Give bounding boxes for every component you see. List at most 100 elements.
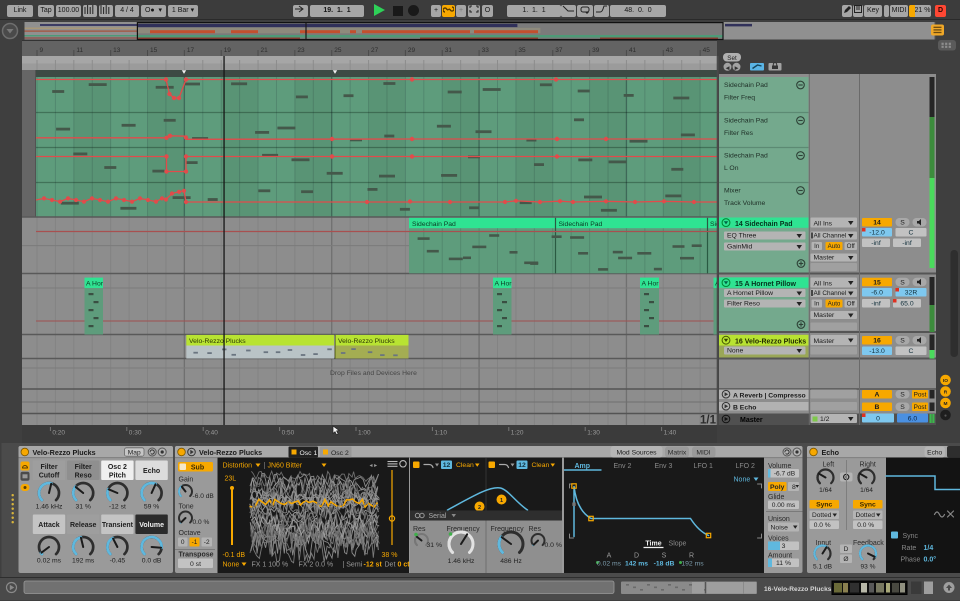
svg-text:Off: Off <box>847 301 855 308</box>
svg-text:15 A Hornet Pillow: 15 A Hornet Pillow <box>735 281 796 288</box>
svg-text:1:10: 1:10 <box>434 430 447 437</box>
svg-text:◂ ▸: ◂ ▸ <box>370 463 378 469</box>
svg-text:8: 8 <box>792 484 796 491</box>
svg-text:31 %: 31 % <box>427 542 443 549</box>
svg-text:31 %: 31 % <box>75 504 91 511</box>
svg-text:A: A <box>875 392 880 399</box>
svg-text:65.0: 65.0 <box>900 301 913 308</box>
svg-text:32R: 32R <box>905 290 918 297</box>
svg-text:Off: Off <box>847 243 855 250</box>
svg-text:MIDI: MIDI <box>696 450 710 457</box>
svg-text:11 %: 11 % <box>776 560 791 567</box>
svg-text:In: In <box>814 301 820 308</box>
svg-text:Octave: Octave <box>179 530 201 537</box>
svg-text:Volume: Volume <box>139 522 164 529</box>
svg-text:19: 19 <box>224 47 232 54</box>
svg-text:Auto: Auto <box>828 243 841 250</box>
svg-text:-12 st: -12 st <box>109 504 126 511</box>
svg-text:1/1: 1/1 <box>700 415 717 427</box>
svg-text:Release: Release <box>70 522 97 529</box>
svg-text:Pitch: Pitch <box>109 473 126 480</box>
svg-text:Slope: Slope <box>669 541 687 548</box>
svg-text:A Reverb | Compresso: A Reverb | Compresso <box>733 392 806 399</box>
svg-text:21: 21 <box>261 47 269 54</box>
svg-text:Amp: Amp <box>575 463 591 470</box>
svg-text:GainMid: GainMid <box>727 243 753 250</box>
svg-text:39: 39 <box>592 47 600 54</box>
svg-text:None: None <box>727 347 743 354</box>
svg-text:Poly: Poly <box>770 484 785 491</box>
svg-text:C: C <box>909 348 914 355</box>
svg-text:Velo-Rezzo Plucks: Velo-Rezzo Plucks <box>189 338 246 345</box>
svg-text:15: 15 <box>873 279 881 286</box>
svg-text:Attack: Attack <box>38 522 60 529</box>
svg-text:Transient: Transient <box>102 522 134 529</box>
svg-text:A Hor: A Hor <box>642 281 660 288</box>
svg-text:486 Hz: 486 Hz <box>500 558 522 565</box>
svg-text:Sidechain Pad: Sidechain Pad <box>724 118 768 125</box>
svg-text:Clean: Clean <box>532 462 550 469</box>
svg-text:0.0 %: 0.0 % <box>857 522 874 529</box>
svg-text:Sub: Sub <box>191 464 204 471</box>
svg-text:Sync: Sync <box>860 502 876 509</box>
svg-text:0:20: 0:20 <box>52 430 65 437</box>
svg-text:Master: Master <box>814 254 836 261</box>
svg-text:FX 1 100 %: FX 1 100 % <box>252 562 289 569</box>
svg-text:Dotted: Dotted <box>856 512 876 519</box>
svg-text:1:40: 1:40 <box>664 430 677 437</box>
svg-text:Phase: Phase <box>901 557 921 564</box>
svg-text:Filter: Filter <box>40 464 57 471</box>
svg-text:14 Sidechain Pad: 14 Sidechain Pad <box>735 221 793 228</box>
svg-text:B: B <box>875 404 880 411</box>
svg-text:-6.0 dB: -6.0 dB <box>193 493 215 500</box>
svg-text:Echo: Echo <box>822 448 840 457</box>
svg-text:Set: Set <box>727 55 737 62</box>
svg-text:Dotted: Dotted <box>812 512 832 519</box>
svg-text:Osc 2: Osc 2 <box>108 464 127 471</box>
svg-text:Auto: Auto <box>828 301 841 308</box>
svg-text:Res: Res <box>413 526 426 533</box>
svg-text:-18 dB: -18 dB <box>654 561 675 568</box>
svg-text:A Hornet Pillow: A Hornet Pillow <box>727 290 773 297</box>
svg-text:Sidechain Pad: Sidechain Pad <box>559 221 603 228</box>
svg-text:1: 1 <box>500 498 503 504</box>
svg-text:Gain: Gain <box>179 477 194 484</box>
svg-text:25: 25 <box>334 47 342 54</box>
svg-text:A: A <box>607 553 612 560</box>
svg-text:Clean: Clean <box>456 462 474 469</box>
svg-text:12: 12 <box>443 462 451 469</box>
svg-text:23: 23 <box>297 47 305 54</box>
svg-text:Transpose: Transpose <box>179 552 214 559</box>
svg-text:Time: Time <box>645 541 661 548</box>
svg-text:1.46 kHz: 1.46 kHz <box>36 504 63 511</box>
svg-text:Unison: Unison <box>768 516 790 523</box>
svg-text:0.02 ms: 0.02 ms <box>597 561 622 568</box>
svg-text:LFO 1: LFO 1 <box>694 463 714 470</box>
svg-text:29: 29 <box>408 47 416 54</box>
svg-text:142 ms: 142 ms <box>625 561 648 568</box>
svg-text:Osc 2: Osc 2 <box>331 450 349 457</box>
svg-text:All Channel: All Channel <box>814 232 847 239</box>
svg-text:0:30: 0:30 <box>129 430 142 437</box>
svg-text:◀: ◀ <box>726 65 730 71</box>
svg-text:Volume: Volume <box>768 463 791 470</box>
svg-text:Drop Files and Devices Here: Drop Files and Devices Here <box>330 370 417 377</box>
svg-text:59 %: 59 % <box>144 504 160 511</box>
svg-text:0.0 dB: 0.0 dB <box>142 558 162 565</box>
svg-text:C: C <box>909 230 914 237</box>
svg-text:Filter Res: Filter Res <box>724 130 754 137</box>
svg-text:0 ct: 0 ct <box>398 562 411 569</box>
svg-text:-6.7 dB: -6.7 dB <box>774 471 796 478</box>
svg-text:IO: IO <box>943 378 948 384</box>
svg-text:3: 3 <box>782 543 786 550</box>
svg-text:0.0 %: 0.0 % <box>193 519 210 526</box>
svg-text:Master: Master <box>814 312 836 319</box>
svg-text:27: 27 <box>371 47 379 54</box>
svg-text:-12 st: -12 st <box>364 562 383 569</box>
svg-text:0: 0 <box>876 416 880 423</box>
svg-text:31: 31 <box>445 47 453 54</box>
svg-text:0.0°: 0.0° <box>924 556 937 564</box>
svg-text:S: S <box>900 392 905 399</box>
svg-text:Rate: Rate <box>902 545 917 552</box>
svg-text:Velo-Rezzo Plucks: Velo-Rezzo Plucks <box>33 448 96 457</box>
